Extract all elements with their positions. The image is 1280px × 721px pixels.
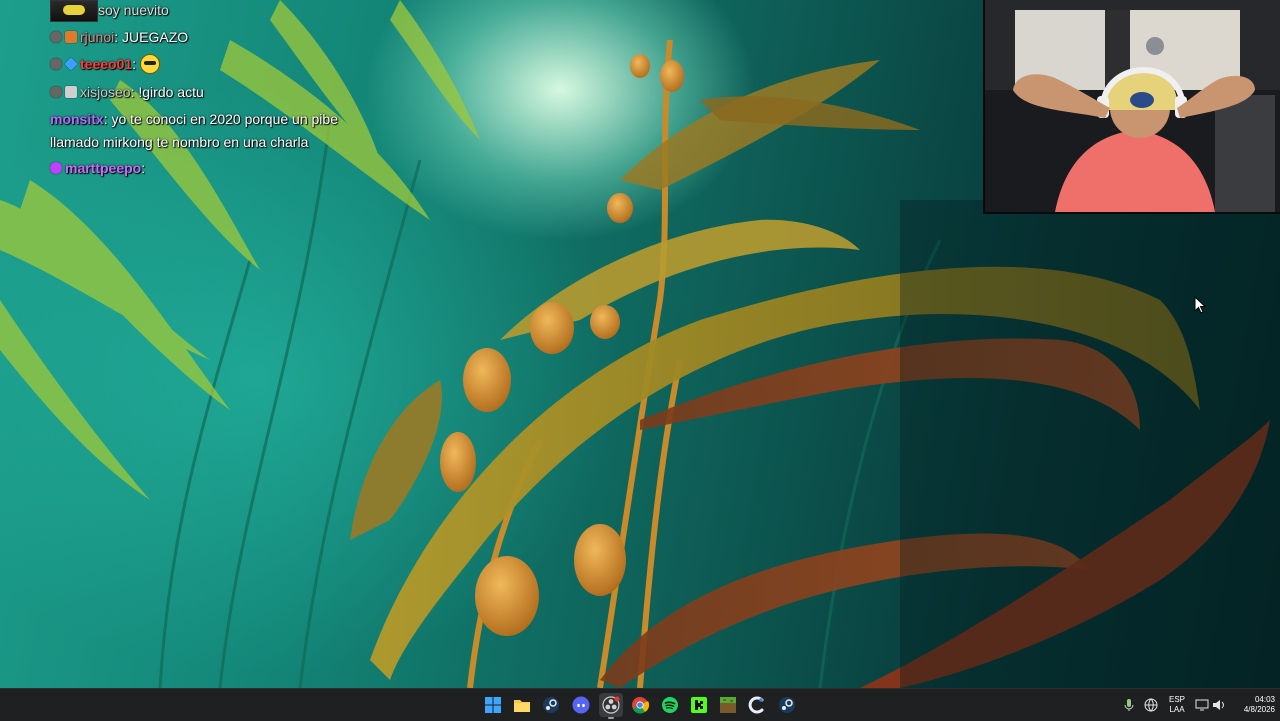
steam-icon: [543, 697, 559, 713]
start-button[interactable]: [481, 693, 505, 717]
chat-username: xisjoseo: [80, 84, 131, 100]
language-indicator[interactable]: ESP LAA: [1166, 695, 1188, 715]
volume-tray-button[interactable]: [1211, 693, 1227, 717]
chat-username: marttpeepo: [65, 160, 142, 176]
steam-button[interactable]: [539, 693, 563, 717]
language-code: ESP: [1168, 695, 1185, 704]
chat-username: teeeo01: [80, 56, 133, 72]
clock-time: 04:03: [1254, 695, 1275, 704]
moderator-badge-icon: [50, 31, 62, 43]
obs-button[interactable]: [599, 693, 623, 719]
speaker-icon: [1213, 700, 1224, 710]
chrome-icon: [632, 697, 649, 714]
chat-username: rjunoi: [80, 29, 115, 45]
monitor-icon: [1195, 699, 1209, 711]
chat-message-text: :: [132, 56, 137, 72]
discord-button[interactable]: [569, 693, 593, 717]
streamer-webcam-image: [985, 0, 1280, 212]
spotify-icon: [662, 697, 678, 713]
ccleaner-icon: [748, 696, 764, 714]
sub-badge-icon: [65, 31, 77, 43]
diamond-badge-icon: [64, 57, 78, 71]
spotify-button[interactable]: [658, 693, 682, 717]
verified-badge-icon: [65, 86, 77, 98]
chat-message-text: :: [141, 160, 146, 176]
steam-secondary-button[interactable]: [775, 693, 799, 717]
keyboard-layout: LAA: [1169, 705, 1185, 714]
chrome-button[interactable]: [628, 693, 652, 717]
chat-message-text: : JUEGAZO: [114, 29, 189, 45]
ccleaner-button[interactable]: [745, 693, 769, 717]
chat-message-text: soy nuevito: [98, 2, 169, 18]
chat-message: marttpeepo :: [50, 155, 145, 181]
steam-icon: [779, 697, 795, 713]
webcam-overlay: [983, 0, 1280, 214]
globe-icon: [1144, 698, 1158, 712]
minecraft-icon: [720, 697, 736, 713]
discord-icon: [572, 696, 590, 714]
taskbar: ESP LAA 04:03 4/8/2026: [0, 688, 1280, 721]
microphone-tray-button[interactable]: [1120, 693, 1138, 717]
mouse-cursor-icon: [1194, 296, 1206, 314]
chat-message: soy nuevito: [98, 0, 169, 23]
microphone-icon: [1124, 699, 1134, 711]
chat-message: rjunoi : JUEGAZO: [50, 24, 188, 50]
kick-button[interactable]: [687, 693, 711, 717]
network-tray-button[interactable]: [1142, 693, 1160, 717]
sub-badge-icon: [50, 162, 62, 174]
file-explorer-button[interactable]: [510, 693, 534, 717]
obs-icon: [602, 696, 620, 714]
chat-message-continuation: llamado mirkong te nombro en una charla: [50, 129, 308, 155]
kick-icon: [691, 697, 707, 713]
emote-icon: [140, 54, 161, 74]
clock-date: 4/8/2026: [1243, 705, 1275, 714]
chat-message: xisjoseo : !girdo actu: [50, 79, 204, 105]
moderator-badge-icon: [50, 86, 62, 98]
folder-icon: [514, 700, 530, 712]
minecraft-button[interactable]: [716, 693, 740, 717]
chat-message-text: llamado mirkong te nombro en una charla: [50, 134, 309, 150]
chat-message: teeeo01 :: [50, 51, 161, 77]
chat-thumbnail-image: [50, 0, 98, 22]
clock[interactable]: 04:03 4/8/2026: [1229, 695, 1275, 715]
display-tray-button[interactable]: [1194, 693, 1210, 717]
chat-message-text: : !girdo actu: [130, 84, 204, 100]
moderator-badge-icon: [50, 58, 62, 70]
windows-logo-icon: [485, 697, 501, 713]
